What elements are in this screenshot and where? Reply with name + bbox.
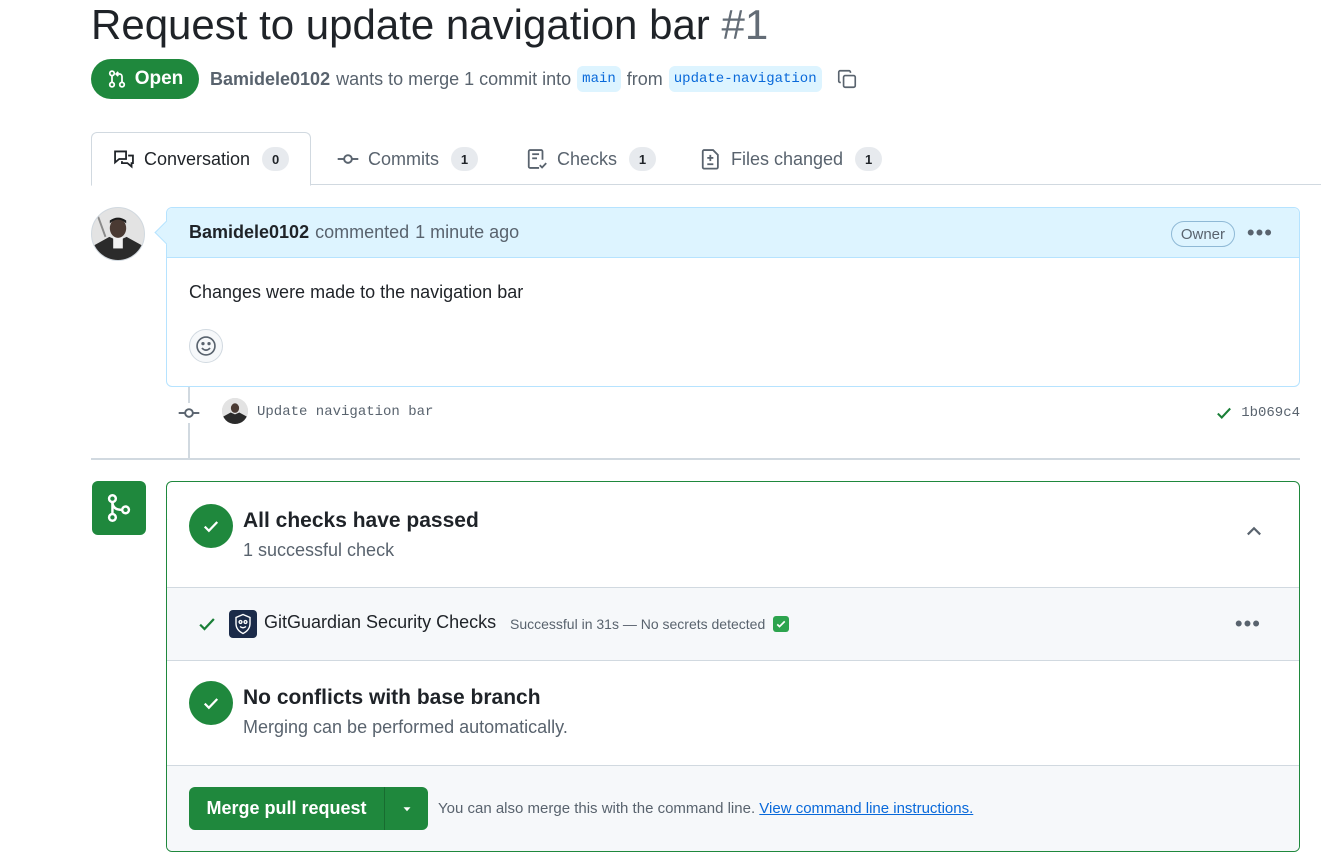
comment-card: Bamidele0102 commented 1 minute ago Owne… [166,207,1300,387]
tab-counter: 0 [262,147,290,171]
pr-author-link[interactable]: Bamidele0102 [210,69,330,90]
check-mark-square-icon [773,616,790,632]
comment-discussion-icon [114,150,134,169]
tab-label: Commits [368,148,439,169]
pr-tabs: Conversation 0 Commits 1 Checks 1 Files … [91,132,1321,186]
check-options-icon[interactable]: ••• [1235,613,1261,635]
comment-author[interactable]: Bamidele0102 [189,222,309,243]
commit-message-link[interactable]: Update navigation bar [257,404,433,420]
tab-counter: 1 [451,147,478,171]
merge-method-dropdown[interactable] [385,787,428,830]
git-merge-icon [92,481,146,535]
tab-commits[interactable]: Commits 1 [337,132,478,186]
tab-conversation[interactable]: Conversation 0 [91,132,312,186]
commit-sha-link[interactable]: 1b069c4 [1241,405,1300,421]
tab-label: Conversation [144,148,251,169]
checks-subtitle: 1 successful check [243,540,395,560]
pr-title-text: Request to update navigation bar [91,1,710,48]
check-icon [199,618,215,631]
conflicts-subtitle: Merging can be performed automatically. [243,717,568,737]
commit-sha-group: 1b069c4 [1215,404,1300,422]
no-conflicts-icon [189,681,233,725]
avatar[interactable] [91,207,145,261]
git-commit-icon [337,154,359,164]
check-status: Successful in 31s — No secrets detected [510,616,790,632]
command-line-instructions-link[interactable]: View command line instructions. [759,800,973,817]
check-status-text: Successful in 31s — No secrets detected [510,616,766,632]
merge-note: You can also merge this with the command… [438,800,973,817]
comment-header: Bamidele0102 commented 1 minute ago Owne… [167,208,1299,258]
conflicts-title: No conflicts with base branch [243,686,541,709]
tab-counter: 1 [855,147,883,171]
pr-title: Request to update navigation bar #1 [91,0,768,50]
merge-box: All checks have passed 1 successful chec… [166,481,1300,852]
checks-title: All checks have passed [243,509,479,532]
file-diff-icon [701,149,719,170]
check-name[interactable]: GitGuardian Security Checks [264,612,496,633]
merge-note-text: You can also merge this with the command… [438,800,756,817]
git-pull-request-icon [108,70,125,88]
git-commit-icon [177,403,201,423]
triangle-down-icon [403,806,410,811]
pr-state-label: Open [134,68,184,89]
checks-passed-icon [189,504,233,548]
merge-button-group: Merge pull request [189,787,428,830]
pr-merge-text: wants to merge 1 commit into [336,68,572,89]
pr-meta: Bamidele0102 wants to merge 1 commit int… [210,64,858,94]
merge-footer: Merge pull request You can also merge th… [167,765,1299,851]
check-item-row[interactable]: GitGuardian Security Checks Successful i… [167,587,1299,661]
pr-from-text: from [626,68,663,89]
comment-options-icon[interactable]: ••• [1247,222,1273,244]
tab-label: Files changed [731,148,844,169]
merge-pull-request-button[interactable]: Merge pull request [189,787,385,830]
base-branch[interactable]: main [577,66,621,92]
gitguardian-logo-icon [229,610,257,638]
tab-files-changed[interactable]: Files changed 1 [700,132,883,186]
pr-state-badge: Open [91,59,199,99]
copy-icon[interactable] [836,68,858,90]
tab-counter: 1 [629,147,657,171]
comment-body: Changes were made to the navigation bar [189,282,524,302]
chevron-up-icon[interactable] [1243,520,1265,542]
smiley-icon [196,336,216,356]
commit-avatar[interactable] [222,398,248,424]
timeline-divider [91,458,1300,460]
check-icon[interactable] [1215,404,1233,422]
add-reaction-button[interactable] [189,329,223,363]
comment-time[interactable]: 1 minute ago [415,222,519,243]
tab-checks[interactable]: Checks 1 [526,132,657,186]
checklist-icon [527,149,547,169]
tab-label: Checks [557,148,618,169]
head-branch[interactable]: update-navigation [668,66,822,92]
pr-number: #1 [721,1,769,48]
owner-badge: Owner [1170,221,1235,247]
comment-action: commented [315,222,410,242]
